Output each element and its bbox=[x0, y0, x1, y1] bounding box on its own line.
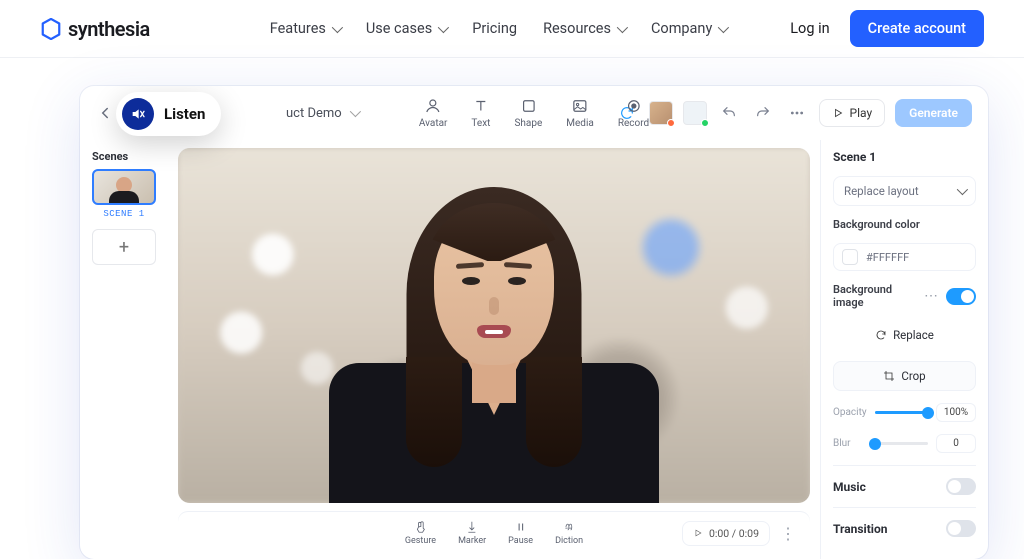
shape-icon bbox=[519, 97, 537, 115]
inspector-panel: Scene 1 Replace layout Background color … bbox=[820, 140, 988, 559]
brand-name: synthesia bbox=[68, 17, 150, 41]
play-icon bbox=[693, 528, 703, 538]
color-swatch bbox=[842, 249, 858, 265]
blur-slider[interactable] bbox=[875, 442, 928, 445]
chevron-down-icon bbox=[957, 184, 965, 198]
right-tools: Play Generate bbox=[615, 99, 972, 127]
opacity-slider[interactable] bbox=[875, 411, 928, 414]
script-gesture[interactable]: Gesture bbox=[405, 520, 436, 546]
marker-icon bbox=[465, 520, 479, 534]
listen-label: Listen bbox=[164, 105, 205, 123]
record-icon bbox=[624, 97, 642, 115]
chevron-down-icon bbox=[438, 20, 446, 37]
listen-pill[interactable]: Listen bbox=[116, 92, 221, 136]
editor-window: Listen uct Demo Avatar Text Shape Media … bbox=[80, 86, 988, 559]
more-icon[interactable] bbox=[785, 101, 809, 125]
login-link[interactable]: Log in bbox=[790, 20, 829, 37]
gesture-icon bbox=[413, 520, 427, 534]
site-header: synthesia Features Use cases Pricing Res… bbox=[0, 0, 1024, 58]
chevron-down-icon bbox=[718, 20, 726, 37]
scene-label: SCENE 1 bbox=[88, 209, 160, 219]
create-account-button[interactable]: Create account bbox=[850, 10, 984, 47]
nav-pricing[interactable]: Pricing bbox=[472, 20, 517, 37]
scenes-panel: Scenes SCENE 1 + bbox=[80, 140, 168, 559]
tool-shape[interactable]: Shape bbox=[514, 97, 542, 129]
add-scene-button[interactable]: + bbox=[92, 229, 156, 265]
divider bbox=[833, 507, 976, 508]
avatar-preset-2[interactable] bbox=[683, 101, 707, 125]
bg-image-toggle[interactable] bbox=[946, 288, 976, 305]
divider bbox=[833, 465, 976, 466]
play-button[interactable]: Play bbox=[819, 99, 886, 127]
playback-time[interactable]: 0:00 / 0:09 bbox=[682, 521, 770, 546]
chevron-down-icon bbox=[332, 20, 340, 37]
scenes-heading: Scenes bbox=[88, 150, 160, 163]
replace-image-button[interactable]: Replace bbox=[833, 321, 976, 349]
replace-icon bbox=[875, 329, 887, 341]
transition-toggle[interactable] bbox=[946, 520, 976, 537]
replace-layout-select[interactable]: Replace layout bbox=[833, 176, 976, 206]
script-marker[interactable]: Marker bbox=[458, 520, 486, 546]
undo-icon[interactable] bbox=[717, 101, 741, 125]
speaker-muted-icon bbox=[122, 98, 154, 130]
video-canvas[interactable] bbox=[178, 148, 810, 503]
opacity-row: Opacity 100% bbox=[833, 403, 976, 422]
tool-media[interactable]: Media bbox=[566, 97, 594, 129]
scene-thumbnail[interactable] bbox=[92, 169, 156, 205]
nav-resources[interactable]: Resources bbox=[543, 20, 625, 37]
blur-row: Blur 0 bbox=[833, 434, 976, 453]
avatar-icon bbox=[424, 97, 442, 115]
nav-use-cases[interactable]: Use cases bbox=[366, 20, 446, 37]
scene-title: Scene 1 bbox=[833, 150, 976, 164]
primary-nav: Features Use cases Pricing Resources Com… bbox=[270, 20, 727, 37]
music-toggle[interactable] bbox=[946, 478, 976, 495]
chevron-down-icon bbox=[350, 106, 358, 121]
crop-icon bbox=[883, 370, 895, 382]
crop-image-button[interactable]: Crop bbox=[833, 361, 976, 391]
chevron-down-icon bbox=[617, 20, 625, 37]
editor-toolbar: Listen uct Demo Avatar Text Shape Media … bbox=[80, 86, 988, 140]
avatar-preset-1[interactable] bbox=[649, 101, 673, 125]
text-icon bbox=[472, 97, 490, 115]
bg-image-label: Background image bbox=[833, 283, 924, 309]
canvas-area: Gesture Marker Pause Diction 0:00 / 0:09… bbox=[168, 140, 820, 559]
brand-mark-icon bbox=[40, 18, 62, 40]
play-icon bbox=[832, 107, 844, 119]
generate-button[interactable]: Generate bbox=[895, 99, 972, 127]
redo-icon[interactable] bbox=[751, 101, 775, 125]
blur-value: 0 bbox=[936, 434, 976, 453]
editor-body: Scenes SCENE 1 + bbox=[80, 140, 988, 559]
avatar-figure bbox=[314, 173, 674, 503]
insert-tools: Avatar Text Shape Media Record bbox=[419, 97, 649, 129]
brand-logo[interactable]: synthesia bbox=[40, 17, 150, 41]
nav-right: Log in Create account bbox=[790, 10, 984, 47]
script-pause[interactable]: Pause bbox=[508, 520, 533, 546]
pause-icon bbox=[514, 520, 528, 534]
tool-text[interactable]: Text bbox=[471, 97, 490, 129]
script-diction[interactable]: Diction bbox=[555, 520, 583, 546]
opacity-value: 100% bbox=[936, 403, 976, 422]
tool-avatar[interactable]: Avatar bbox=[419, 97, 448, 129]
media-icon bbox=[571, 97, 589, 115]
transition-label: Transition bbox=[833, 522, 887, 536]
bg-color-input[interactable]: #FFFFFF bbox=[833, 243, 976, 271]
canvas-footer: Gesture Marker Pause Diction 0:00 / 0:09… bbox=[178, 511, 810, 555]
project-name[interactable]: uct Demo bbox=[286, 106, 358, 121]
bg-image-more-icon[interactable]: ⋯ bbox=[924, 288, 938, 304]
diction-icon bbox=[562, 520, 576, 534]
nav-features[interactable]: Features bbox=[270, 20, 340, 37]
music-label: Music bbox=[833, 480, 866, 494]
back-arrow-icon[interactable] bbox=[96, 104, 114, 122]
footer-menu-icon[interactable]: ⋮ bbox=[780, 524, 796, 543]
bg-color-label: Background color bbox=[833, 218, 976, 231]
tool-record[interactable]: Record bbox=[618, 97, 649, 129]
nav-company[interactable]: Company bbox=[651, 20, 726, 37]
